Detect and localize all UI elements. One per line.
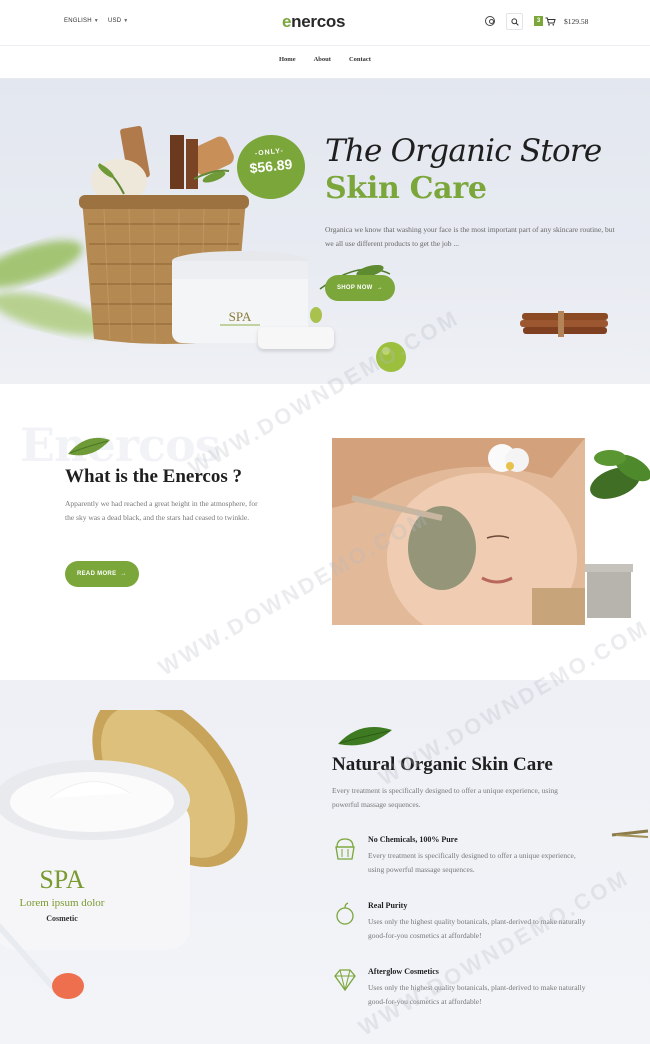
shop-now-label: SHOP NOW (337, 285, 373, 291)
site-logo[interactable]: enercos (282, 12, 345, 32)
apple-icon (336, 902, 354, 925)
jar-tagline: Lorem ipsum dolor (20, 897, 105, 909)
feature-title: No Chemicals, 100% Pure (368, 835, 458, 844)
chevron-down-icon: ▼ (93, 18, 99, 24)
currency-selector[interactable]: USD ▼ (108, 18, 128, 24)
cinnamon-sticks-image (520, 311, 608, 337)
cart-total[interactable]: $129.58 (564, 17, 588, 26)
hero-description: Organica we know that washing your face … (325, 225, 615, 248)
features-description: Every treatment is specifically designed… (332, 786, 558, 809)
top-header: ENGLISH ▼ USD ▼ enercos 3 $129.58 (0, 0, 650, 46)
jar-brand: SPA (39, 865, 85, 894)
nav-item-home[interactable]: Home (279, 56, 296, 63)
feature-title: Afterglow Cosmetics (368, 967, 439, 976)
nav-item-about[interactable]: About (314, 56, 331, 63)
search-button[interactable] (506, 13, 523, 30)
user-icon[interactable] (485, 16, 495, 26)
currency-label: USD (108, 18, 122, 24)
jar-type: Cosmetic (46, 914, 78, 923)
diamond-icon (334, 969, 356, 992)
about-title: What is the Enercos ? (65, 466, 242, 487)
read-more-button[interactable]: READ MORE → (65, 561, 139, 587)
features-title: Natural Organic Skin Care (332, 754, 553, 775)
jar-label: SPA (229, 309, 252, 324)
logo-accent: e (282, 12, 292, 31)
hero-title: The Organic Store (325, 133, 602, 169)
hero-subtitle: Skin Care (325, 171, 487, 206)
cart-icon[interactable] (545, 17, 556, 26)
cupcake-icon (335, 838, 355, 860)
about-ghost-text: Enercos (20, 418, 221, 472)
feature-title: Real Purity (368, 901, 408, 910)
arrow-right-icon: → (120, 571, 127, 577)
language-label: ENGLISH (64, 18, 92, 24)
hero-banner: SPA -ONLY- $56.89 The Organic Store Skin… (0, 79, 650, 384)
nav-item-contact[interactable]: Contact (349, 56, 371, 63)
cosmetic-jar-image: SPA Lorem ipsum dolor Cosmetic (0, 710, 248, 999)
feature-text: Uses only the highest quality botanicals… (368, 983, 586, 1006)
leaf-icon (338, 727, 392, 746)
logo-text: nercos (291, 12, 346, 31)
chevron-down-icon: ▼ (123, 18, 129, 24)
search-icon (511, 18, 519, 26)
arrow-right-icon: → (376, 285, 383, 291)
about-text: Apparently we had reached a great height… (65, 499, 258, 522)
herb-decoration-image (611, 829, 649, 838)
leaf-icon (68, 437, 110, 456)
shop-now-button[interactable]: SHOP NOW → (325, 275, 395, 301)
cart-count-badge: 3 (534, 16, 543, 26)
features-section: SPA Lorem ipsum dolor Cosmetic Natural O… (0, 680, 650, 1044)
feature-text: Every treatment is specifically designed… (368, 851, 576, 874)
language-selector[interactable]: ENGLISH ▼ (64, 18, 99, 24)
main-nav: Home About Contact (0, 46, 650, 79)
feature-text: Uses only the highest quality botanicals… (368, 917, 586, 940)
read-more-label: READ MORE (77, 571, 117, 577)
spa-treatment-image (332, 438, 585, 625)
plant-pot-image (585, 450, 650, 618)
